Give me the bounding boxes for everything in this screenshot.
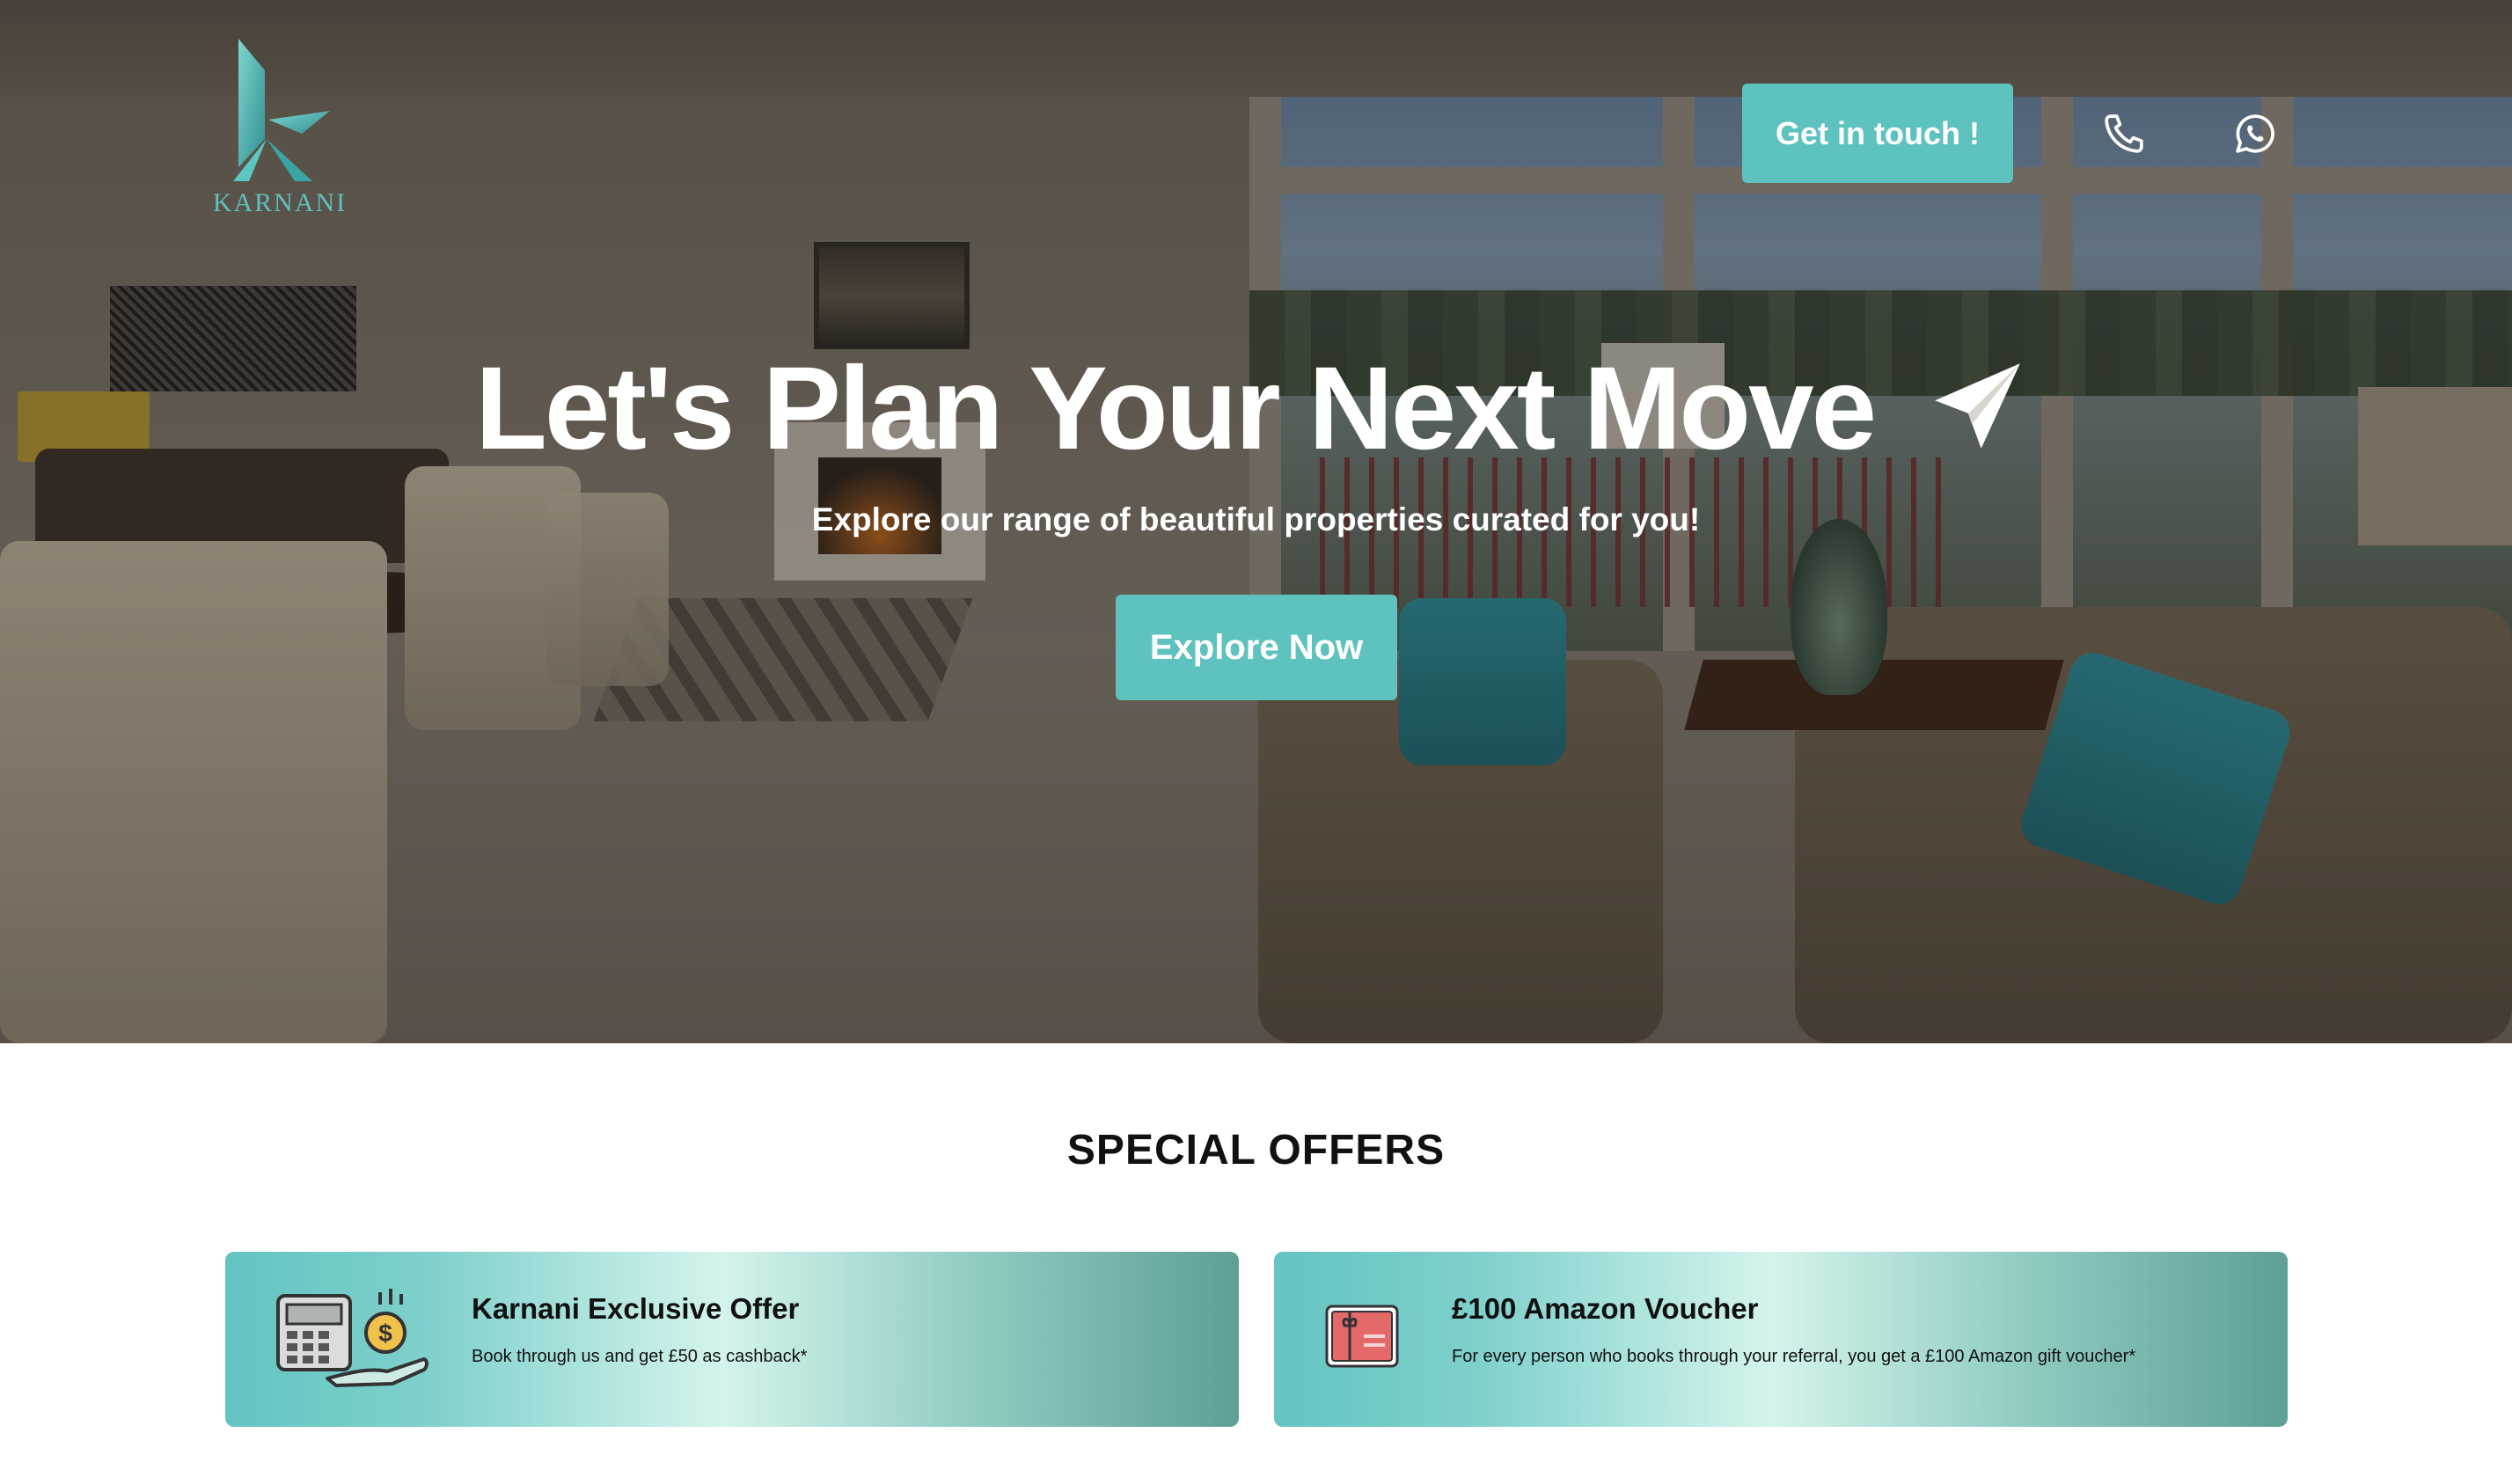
special-offers-heading: SPECIAL OFFERS: [1066, 1127, 1446, 1173]
whatsapp-icon[interactable]: [2230, 109, 2280, 158]
hero-section: KARNANI Get in touch ! Let's Plan Your N…: [0, 0, 2512, 1043]
offer-description: Book through us and get £50 as cashback*: [472, 1347, 808, 1366]
offer-card-amazon-voucher[interactable]: £100 Amazon Voucher For every person who…: [1274, 1252, 2288, 1427]
karnani-logo[interactable]: KARNANI: [209, 35, 350, 220]
svg-text:$: $: [378, 1320, 392, 1347]
get-in-touch-button[interactable]: Get in touch !: [1742, 84, 2013, 183]
offer-card-cashback[interactable]: $ Karnani Exclusive Offer Book through u…: [225, 1252, 1239, 1427]
offer-description: For every person who books through your …: [1452, 1347, 2136, 1366]
cashback-calculator-icon: $: [275, 1287, 429, 1393]
explore-now-button[interactable]: Explore Now: [1116, 595, 1397, 700]
phone-icon[interactable]: [2099, 109, 2149, 158]
offer-title: £100 Amazon Voucher: [1452, 1292, 1759, 1325]
gift-card-icon: [1323, 1303, 1401, 1374]
hero-title-row: Let's Plan Your Next Move: [0, 339, 2512, 479]
karnani-k-logo-icon: [233, 39, 330, 181]
hero-subtitle: Explore our range of beautiful propertie…: [811, 501, 1701, 537]
hero-title: Let's Plan Your Next Move: [475, 343, 1877, 474]
offer-title: Karnani Exclusive Offer: [472, 1292, 800, 1325]
logo-wordmark: KARNANI: [212, 188, 348, 217]
paper-plane-icon: [1931, 360, 2024, 452]
